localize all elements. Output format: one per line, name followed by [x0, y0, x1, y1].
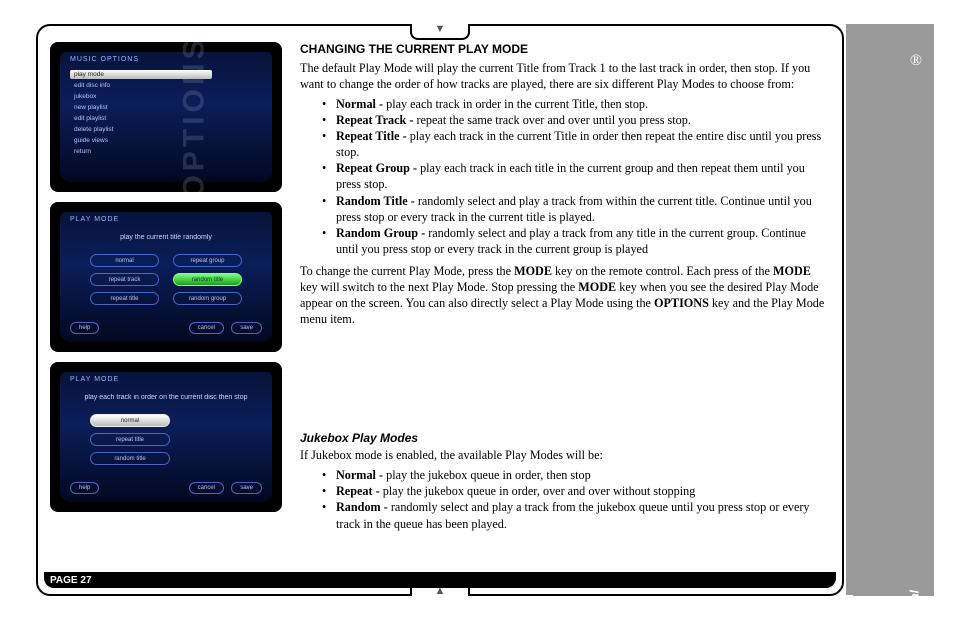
list-item: edit playlist	[70, 114, 212, 123]
thumbnail-column: MUSIC OPTIONS OPTIONS play mode edit dis…	[50, 42, 282, 566]
screenshot-jukebox-play-mode: PLAY MODE play each track in order on th…	[50, 362, 282, 512]
section1-bullets: •Normal - play each track in order in th…	[300, 96, 830, 257]
shot1-menu: play mode edit disc info jukebox new pla…	[70, 70, 212, 156]
bullet-item: •Normal - play the jukebox queue in orde…	[300, 467, 830, 483]
shot3-pillcol: normal repeat title random title	[90, 414, 170, 465]
save-button: save	[231, 322, 262, 334]
page-frame: ▼ ▲ MUSIC OPTIONS OPTIONS play mode edit…	[36, 24, 844, 596]
screenshot-play-mode-grid: PLAY MODE play the current title randoml…	[50, 202, 282, 352]
page-number-bar: PAGE 27	[44, 572, 836, 588]
registered-mark: ®	[910, 52, 922, 70]
bullet-item: •Repeat - play the jukebox queue in orde…	[300, 483, 830, 499]
pill-selected: normal	[90, 414, 170, 427]
bullet-item: •Random Group - randomly select and play…	[300, 225, 830, 257]
section1-para2: To change the current Play Mode, press t…	[300, 263, 830, 327]
cancel-button: cancel	[189, 482, 224, 494]
text-column: CHANGING THE CURRENT PLAY MODE The defau…	[300, 42, 830, 566]
shot1-header: MUSIC OPTIONS	[70, 56, 139, 63]
shot2-subtitle: play the current title randomly	[60, 234, 272, 241]
help-button: help	[70, 482, 99, 494]
section2-heading: Jukebox Play Modes	[300, 431, 830, 447]
brand-name: ESCIENT	[846, 590, 896, 596]
shot3-header: PLAY MODE	[70, 376, 119, 383]
help-button: help	[70, 322, 99, 334]
list-item: play mode	[70, 70, 212, 79]
section1-heading: CHANGING THE CURRENT PLAY MODE	[300, 42, 830, 58]
pill: normal	[90, 254, 159, 267]
bullet-item: •Random Title - randomly select and play…	[300, 193, 830, 225]
bullet-item: •Normal - play each track in order in th…	[300, 96, 830, 112]
list-item: return	[70, 147, 212, 156]
pill: repeat title	[90, 433, 170, 446]
screenshot-music-options: MUSIC OPTIONS OPTIONS play mode edit dis…	[50, 42, 282, 192]
section2-intro: If Jukebox mode is enabled, the availabl…	[300, 447, 830, 463]
pill: repeat track	[90, 273, 159, 286]
pill: random title	[90, 452, 170, 465]
save-button: save	[231, 482, 262, 494]
cancel-button: cancel	[189, 322, 224, 334]
pill-selected: random title	[173, 273, 242, 286]
list-item: edit disc info	[70, 81, 212, 90]
shot3-subtitle: play each track in order on the current …	[60, 394, 272, 401]
brand-strip: ® ESCIENT FireBall™ FP-1 User's Manual	[846, 24, 934, 596]
top-notch: ▼	[410, 24, 470, 40]
pill: random group	[173, 292, 242, 305]
bullet-item: •Repeat Group - play each track in each …	[300, 160, 830, 192]
bullet-item: •Repeat Title - play each track in the c…	[300, 128, 830, 160]
list-item: delete playlist	[70, 125, 212, 134]
list-item: jukebox	[70, 92, 212, 101]
shot2-header: PLAY MODE	[70, 216, 119, 223]
section1-intro: The default Play Mode will play the curr…	[300, 60, 830, 92]
list-item: new playlist	[70, 103, 212, 112]
brand-subtitle: FireBall™ FP-1 User's Manual	[908, 590, 922, 596]
bullet-item: •Random - randomly select and play a tra…	[300, 499, 830, 531]
page-number: PAGE 27	[50, 575, 92, 586]
section2-bullets: •Normal - play the jukebox queue in orde…	[300, 467, 830, 531]
pill: repeat group	[173, 254, 242, 267]
shot2-pillgrid: normal repeat group repeat track random …	[90, 254, 242, 305]
content-area: MUSIC OPTIONS OPTIONS play mode edit dis…	[50, 42, 830, 566]
list-item: guide views	[70, 136, 212, 145]
bullet-item: •Repeat Track - repeat the same track ov…	[300, 112, 830, 128]
pill: repeat title	[90, 292, 159, 305]
